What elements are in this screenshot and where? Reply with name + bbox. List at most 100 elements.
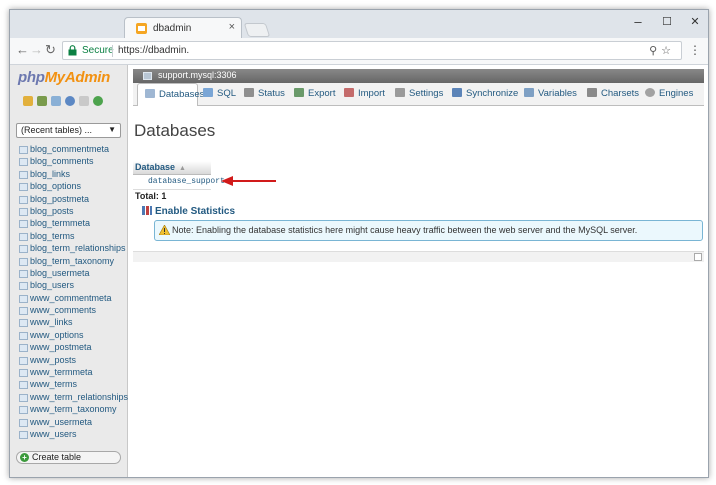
server-link[interactable]: support.mysql:3306 xyxy=(158,70,237,80)
tab-engines[interactable]: Engines xyxy=(645,83,693,105)
table-icon[interactable] xyxy=(19,245,28,254)
mysql-docs-icon[interactable] xyxy=(79,96,89,106)
table-row: database_support xyxy=(133,175,225,189)
chevron-down-icon: ▼ xyxy=(108,125,116,134)
tab-settings[interactable]: Settings xyxy=(395,83,443,105)
top-menu: Databases SQL Status Export Import Setti… xyxy=(133,83,704,106)
table-icon[interactable] xyxy=(19,406,28,415)
table-icon[interactable] xyxy=(19,282,28,291)
table-icon[interactable] xyxy=(19,393,28,402)
console-icon[interactable] xyxy=(694,253,702,261)
home-icon[interactable] xyxy=(23,96,33,106)
sidebar-table-name[interactable]: www_commentmeta xyxy=(30,293,112,303)
tab-close-icon[interactable]: × xyxy=(229,21,235,33)
browser-menu-icon[interactable]: ⋮ xyxy=(689,43,701,57)
page-title: Databases xyxy=(134,121,216,140)
sidebar-table-name[interactable]: blog_comments xyxy=(30,156,94,166)
sidebar-table-name[interactable]: blog_usermeta xyxy=(30,268,90,278)
tab-label: Engines xyxy=(659,88,694,99)
sidebar-table-name[interactable]: www_term_relationships xyxy=(30,392,128,402)
sidebar-table-name[interactable]: www_termmeta xyxy=(30,367,93,377)
tab-import[interactable]: Import xyxy=(344,83,385,105)
table-icon[interactable] xyxy=(19,331,28,340)
tab-label: Import xyxy=(358,88,385,99)
sidebar-table-name[interactable]: www_options xyxy=(30,330,84,340)
sidebar-table-name[interactable]: www_usermeta xyxy=(30,417,92,427)
sidebar-table-name[interactable]: blog_term_relationships xyxy=(30,243,126,253)
sidebar-table-name[interactable]: blog_term_taxonomy xyxy=(30,256,114,266)
address-bar[interactable]: Secure https://dbadmin. ⚲☆ xyxy=(62,41,682,60)
sidebar-table-name[interactable]: blog_options xyxy=(30,181,81,191)
table-icon[interactable] xyxy=(19,183,28,192)
table-icon[interactable] xyxy=(19,207,28,216)
address-separator xyxy=(112,45,113,57)
create-table-button[interactable]: + Create table xyxy=(16,451,121,464)
sidebar-table-name[interactable]: blog_commentmeta xyxy=(30,144,109,154)
table-icon[interactable] xyxy=(19,344,28,353)
tab-databases[interactable]: Databases xyxy=(137,83,204,106)
table-icon[interactable] xyxy=(19,257,28,266)
back-icon[interactable]: ← xyxy=(16,43,29,57)
tab-status[interactable]: Status xyxy=(244,83,285,105)
table-icon[interactable] xyxy=(19,307,28,316)
reload-icon[interactable]: ↻ xyxy=(45,43,56,57)
table-icon[interactable] xyxy=(19,146,28,154)
database-link[interactable]: database_support xyxy=(148,177,225,186)
reload-nav-icon[interactable] xyxy=(93,96,103,106)
sidebar-table-name[interactable]: www_links xyxy=(30,317,73,327)
new-tab-button[interactable] xyxy=(243,23,271,37)
sidebar-table-name[interactable]: blog_users xyxy=(30,280,74,290)
close-window-button[interactable]: ✕ xyxy=(683,13,707,31)
statistics-chart-icon xyxy=(142,206,152,215)
sidebar-table-name[interactable]: blog_postmeta xyxy=(30,194,89,204)
table-icon[interactable] xyxy=(19,369,28,378)
tab-export[interactable]: Export xyxy=(294,83,335,105)
key-icon[interactable]: ⚲ xyxy=(649,45,661,57)
sidebar-table-name[interactable]: www_users xyxy=(30,429,77,439)
warning-icon xyxy=(159,225,170,235)
table-icon[interactable] xyxy=(19,158,28,167)
logo-php: php xyxy=(18,69,45,86)
query-window-icon[interactable] xyxy=(51,96,61,106)
table-icon[interactable] xyxy=(19,220,28,229)
bookmark-star-icon[interactable]: ☆ xyxy=(661,45,675,57)
url-text[interactable]: https://dbadmin. xyxy=(118,45,189,56)
sidebar-table-name[interactable]: www_term_taxonomy xyxy=(30,404,117,414)
logout-icon[interactable] xyxy=(37,96,47,106)
table-icon[interactable] xyxy=(19,418,28,427)
create-table-label: Create table xyxy=(32,452,82,462)
sidebar-table-name[interactable]: www_comments xyxy=(30,305,96,315)
recent-tables-select[interactable]: (Recent tables) ... ▼ xyxy=(16,123,121,138)
sidebar-table-name[interactable]: blog_terms xyxy=(30,231,75,241)
tab-charsets[interactable]: Charsets xyxy=(587,83,639,105)
charsets-icon xyxy=(587,88,597,97)
table-icon[interactable] xyxy=(19,232,28,241)
sidebar-table-name[interactable]: blog_termmeta xyxy=(30,218,90,228)
sidebar-table-name[interactable]: www_postmeta xyxy=(30,342,92,352)
table-icon[interactable] xyxy=(19,381,28,390)
tab-sql[interactable]: SQL xyxy=(203,83,236,105)
enable-statistics-link[interactable]: Enable Statistics xyxy=(142,206,235,217)
browser-tab[interactable]: dbadmin × xyxy=(124,17,242,39)
docs-icon[interactable] xyxy=(65,96,75,106)
table-icon[interactable] xyxy=(19,430,28,439)
sidebar-table-name[interactable]: www_terms xyxy=(30,379,77,389)
table-icon[interactable] xyxy=(19,170,28,179)
sidebar-table-name[interactable]: blog_links xyxy=(30,169,70,179)
forward-icon[interactable]: → xyxy=(30,43,43,57)
database-column-header[interactable]: Database ▲ xyxy=(133,161,211,175)
minimize-button[interactable]: – xyxy=(626,13,650,31)
column-header-label: Database xyxy=(135,162,176,172)
table-icon[interactable] xyxy=(19,294,28,303)
tab-synchronize[interactable]: Synchronize xyxy=(452,83,518,105)
table-icon[interactable] xyxy=(19,356,28,365)
table-icon[interactable] xyxy=(19,319,28,328)
table-icon[interactable] xyxy=(19,195,28,204)
phpmyadmin-logo[interactable]: phpMyAdmin xyxy=(18,69,110,86)
table-icon[interactable] xyxy=(19,269,28,278)
sidebar-table-name[interactable]: blog_posts xyxy=(30,206,74,216)
maximize-button[interactable]: ☐ xyxy=(655,13,679,31)
tab-variables[interactable]: Variables xyxy=(524,83,577,105)
sidebar-table-name[interactable]: www_posts xyxy=(30,355,76,365)
export-icon xyxy=(294,88,304,97)
